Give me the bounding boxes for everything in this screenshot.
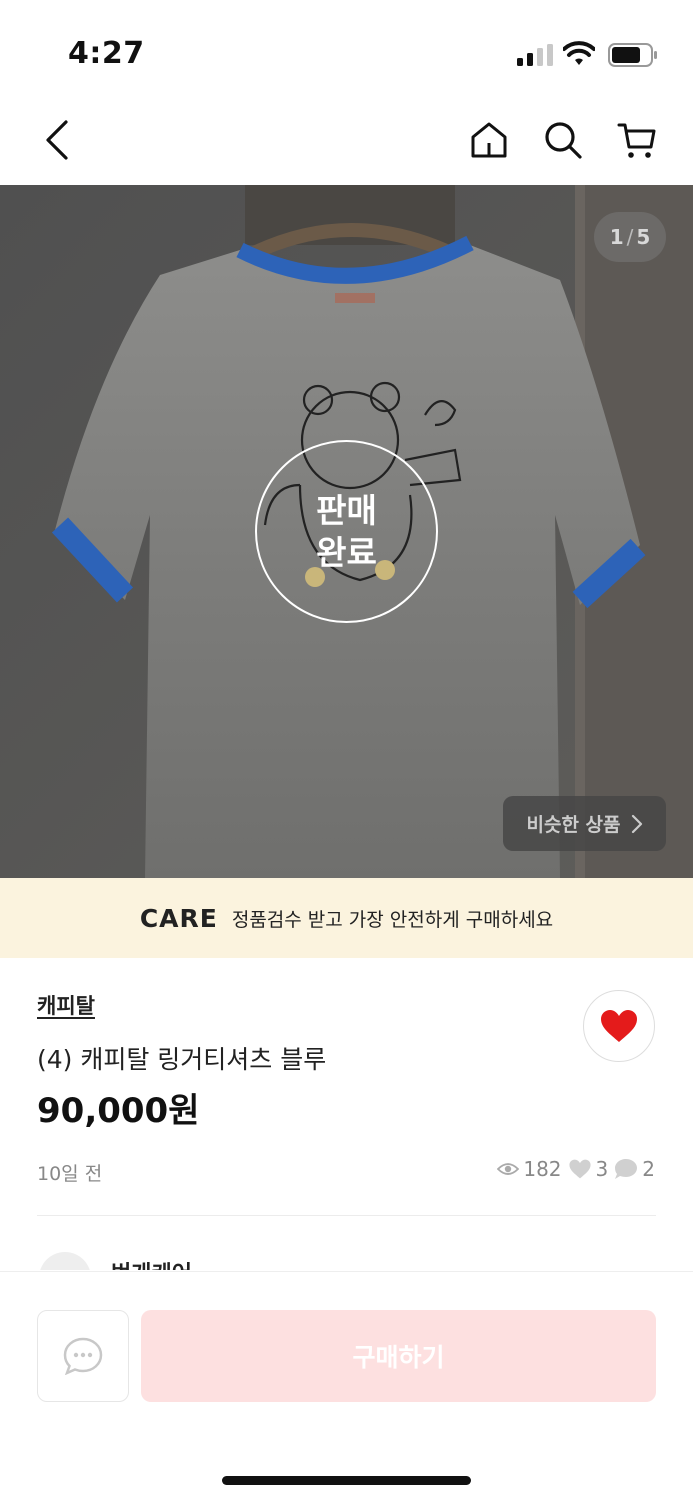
care-text: 정품검수 받고 가장 안전하게 구매하세요 [231, 908, 554, 931]
likes-count: 3 [595, 1157, 609, 1181]
page-total: 5 [636, 225, 651, 249]
heart-outline-icon [568, 1159, 591, 1179]
care-logo: CARE [139, 903, 218, 933]
seller-name: 번개케어 [111, 1256, 192, 1270]
care-banner[interactable]: CARE 정품검수 받고 가장 안전하게 구매하세요 [0, 878, 693, 958]
chat-bubble-icon [615, 1159, 638, 1179]
image-page-indicator: 1 / 5 [594, 212, 666, 262]
chevron-left-icon [46, 120, 68, 160]
similar-products-label: 비슷한 상품 [526, 814, 621, 836]
chat-icon [63, 1337, 103, 1375]
seller-avatar [39, 1252, 91, 1270]
status-bar: 4:27 [0, 0, 693, 95]
page-separator: / [626, 225, 634, 249]
views-stat: 182 [497, 1157, 562, 1181]
buy-button[interactable]: 구매하기 [141, 1310, 656, 1402]
seller-row[interactable]: 번개케어 [37, 1252, 657, 1270]
eye-icon [497, 1163, 520, 1175]
product-price: 90,000원 [37, 1091, 200, 1131]
bottom-action-bar: 구매하기 [0, 1271, 693, 1500]
search-button[interactable] [538, 115, 588, 165]
cart-button[interactable] [612, 115, 662, 165]
similar-products-button[interactable]: 비슷한 상품 [503, 796, 666, 851]
sold-out-badge: 판매 완료 [255, 440, 438, 623]
chats-count: 2 [642, 1157, 655, 1181]
chevron-right-icon [631, 814, 642, 833]
home-button[interactable] [464, 115, 514, 165]
product-stats: 182 3 2 [497, 1157, 655, 1181]
back-button[interactable] [32, 115, 82, 165]
wifi-icon [563, 41, 595, 65]
brand-link[interactable]: 캐피탈 [37, 990, 95, 1020]
product-image[interactable]: 1 / 5 판매 완료 비슷한 상품 [0, 185, 693, 878]
sold-line2: 완료 [316, 532, 377, 572]
signal-icon [517, 44, 553, 66]
like-button[interactable] [583, 990, 655, 1062]
posted-time: 10일 전 [37, 1163, 103, 1185]
divider [37, 1215, 656, 1216]
views-count: 182 [523, 1157, 562, 1181]
top-nav [0, 95, 693, 185]
page-current: 1 [609, 225, 624, 249]
chat-button[interactable] [37, 1310, 129, 1402]
home-indicator [222, 1476, 471, 1485]
product-title: (4) 캐피탈 링거티셔츠 블루 [37, 1045, 327, 1074]
search-icon [545, 122, 582, 159]
likes-stat: 3 [568, 1157, 609, 1181]
battery-icon [608, 43, 657, 67]
cart-icon [617, 123, 656, 158]
heart-icon [601, 1010, 637, 1042]
sold-line1: 판매 [316, 490, 377, 530]
home-icon [471, 122, 507, 158]
chats-stat: 2 [614, 1157, 655, 1181]
status-time: 4:27 [68, 36, 145, 71]
